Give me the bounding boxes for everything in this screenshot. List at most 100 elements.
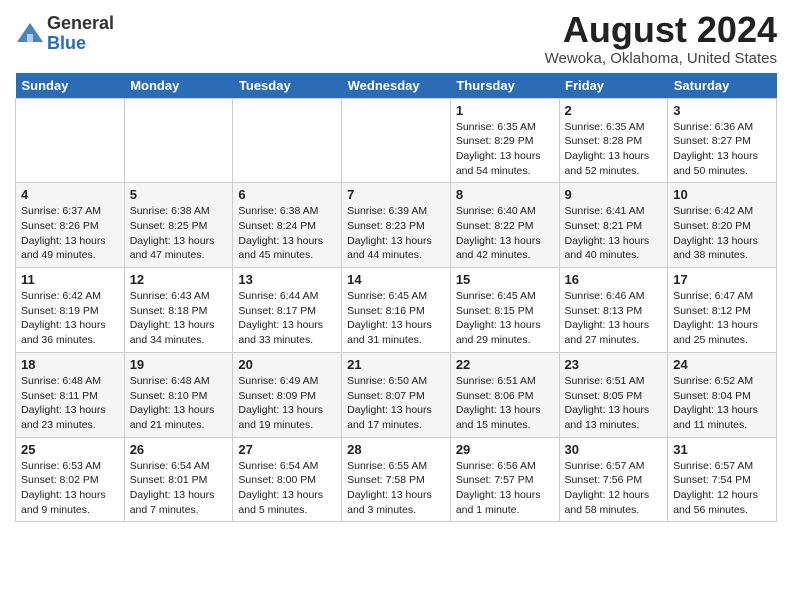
day-info: Sunrise: 6:45 AM Sunset: 8:15 PM Dayligh… <box>456 289 554 348</box>
page-header: General Blue August 2024 Wewoka, Oklahom… <box>15 10 777 67</box>
calendar-cell: 30 Sunrise: 6:57 AM Sunset: 7:56 PM Dayli… <box>559 437 668 522</box>
day-info: Sunrise: 6:51 AM Sunset: 8:05 PM Dayligh… <box>565 374 663 433</box>
calendar-cell: 27 Sunrise: 6:54 AM Sunset: 8:00 PM Dayli… <box>233 437 342 522</box>
day-number: 3 <box>673 103 771 118</box>
month-title: August 2024 <box>545 10 777 50</box>
day-info: Sunrise: 6:55 AM Sunset: 7:58 PM Dayligh… <box>347 459 445 518</box>
calendar-cell: 6 Sunrise: 6:38 AM Sunset: 8:24 PM Daylig… <box>233 183 342 268</box>
day-number: 4 <box>21 187 119 202</box>
calendar-cell: 10Sunrise: 6:42 AM Sunset: 8:20 PM Dayli… <box>668 183 777 268</box>
day-info: Sunrise: 6:42 AM Sunset: 8:19 PM Dayligh… <box>21 289 119 348</box>
logo-icon <box>15 20 45 48</box>
day-info: Sunrise: 6:53 AM Sunset: 8:02 PM Dayligh… <box>21 459 119 518</box>
day-info: Sunrise: 6:50 AM Sunset: 8:07 PM Dayligh… <box>347 374 445 433</box>
day-number: 12 <box>130 272 228 287</box>
calendar-cell: 2 Sunrise: 6:35 AM Sunset: 8:28 PM Daylig… <box>559 98 668 183</box>
day-number: 11 <box>21 272 119 287</box>
title-area: August 2024 Wewoka, Oklahoma, United Sta… <box>545 10 777 67</box>
calendar-table: SundayMondayTuesdayWednesdayThursdayFrid… <box>15 73 777 523</box>
calendar-cell: 31Sunrise: 6:57 AM Sunset: 7:54 PM Dayli… <box>668 437 777 522</box>
calendar-cell <box>124 98 233 183</box>
calendar-cell: 7 Sunrise: 6:39 AM Sunset: 8:23 PM Daylig… <box>342 183 451 268</box>
day-number: 21 <box>347 357 445 372</box>
calendar-week-1: 1Sunrise: 6:35 AM Sunset: 8:29 PM Daylig… <box>16 98 777 183</box>
calendar-cell: 18Sunrise: 6:48 AM Sunset: 8:11 PM Dayli… <box>16 352 125 437</box>
calendar-week-5: 25 Sunrise: 6:53 AM Sunset: 8:02 PM Dayli… <box>16 437 777 522</box>
day-info: Sunrise: 6:48 AM Sunset: 8:11 PM Dayligh… <box>21 374 119 433</box>
day-number: 1 <box>456 103 554 118</box>
calendar-cell <box>342 98 451 183</box>
day-info: Sunrise: 6:39 AM Sunset: 8:23 PM Dayligh… <box>347 204 445 263</box>
weekday-header-wednesday: Wednesday <box>342 73 451 99</box>
day-number: 22 <box>456 357 554 372</box>
calendar-cell: 29 Sunrise: 6:56 AM Sunset: 7:57 PM Dayli… <box>450 437 559 522</box>
calendar-cell: 24Sunrise: 6:52 AM Sunset: 8:04 PM Dayli… <box>668 352 777 437</box>
day-info: Sunrise: 6:57 AM Sunset: 7:56 PM Dayligh… <box>565 459 663 518</box>
calendar-cell: 19 Sunrise: 6:48 AM Sunset: 8:10 PM Dayli… <box>124 352 233 437</box>
day-info: Sunrise: 6:37 AM Sunset: 8:26 PM Dayligh… <box>21 204 119 263</box>
calendar-cell: 13 Sunrise: 6:44 AM Sunset: 8:17 PM Dayli… <box>233 268 342 353</box>
day-number: 27 <box>238 442 336 457</box>
day-info: Sunrise: 6:54 AM Sunset: 8:01 PM Dayligh… <box>130 459 228 518</box>
weekday-header-monday: Monday <box>124 73 233 99</box>
day-number: 30 <box>565 442 663 457</box>
logo: General Blue <box>15 14 114 54</box>
day-info: Sunrise: 6:45 AM Sunset: 8:16 PM Dayligh… <box>347 289 445 348</box>
calendar-cell: 14 Sunrise: 6:45 AM Sunset: 8:16 PM Dayli… <box>342 268 451 353</box>
calendar-cell: 26Sunrise: 6:54 AM Sunset: 8:01 PM Dayli… <box>124 437 233 522</box>
calendar-cell: 28 Sunrise: 6:55 AM Sunset: 7:58 PM Dayli… <box>342 437 451 522</box>
day-number: 9 <box>565 187 663 202</box>
day-number: 14 <box>347 272 445 287</box>
calendar-cell: 17Sunrise: 6:47 AM Sunset: 8:12 PM Dayli… <box>668 268 777 353</box>
day-number: 29 <box>456 442 554 457</box>
day-number: 16 <box>565 272 663 287</box>
day-number: 20 <box>238 357 336 372</box>
day-number: 28 <box>347 442 445 457</box>
day-info: Sunrise: 6:54 AM Sunset: 8:00 PM Dayligh… <box>238 459 336 518</box>
day-info: Sunrise: 6:40 AM Sunset: 8:22 PM Dayligh… <box>456 204 554 263</box>
calendar-cell: 21 Sunrise: 6:50 AM Sunset: 8:07 PM Dayli… <box>342 352 451 437</box>
calendar-cell: 25 Sunrise: 6:53 AM Sunset: 8:02 PM Dayli… <box>16 437 125 522</box>
day-info: Sunrise: 6:36 AM Sunset: 8:27 PM Dayligh… <box>673 120 771 179</box>
day-number: 8 <box>456 187 554 202</box>
day-info: Sunrise: 6:38 AM Sunset: 8:25 PM Dayligh… <box>130 204 228 263</box>
day-number: 2 <box>565 103 663 118</box>
day-info: Sunrise: 6:49 AM Sunset: 8:09 PM Dayligh… <box>238 374 336 433</box>
logo-text: General Blue <box>47 14 114 54</box>
day-info: Sunrise: 6:41 AM Sunset: 8:21 PM Dayligh… <box>565 204 663 263</box>
day-number: 24 <box>673 357 771 372</box>
day-info: Sunrise: 6:44 AM Sunset: 8:17 PM Dayligh… <box>238 289 336 348</box>
day-info: Sunrise: 6:48 AM Sunset: 8:10 PM Dayligh… <box>130 374 228 433</box>
calendar-cell <box>16 98 125 183</box>
day-info: Sunrise: 6:46 AM Sunset: 8:13 PM Dayligh… <box>565 289 663 348</box>
day-number: 25 <box>21 442 119 457</box>
calendar-cell: 3 Sunrise: 6:36 AM Sunset: 8:27 PM Daylig… <box>668 98 777 183</box>
calendar-cell: 22 Sunrise: 6:51 AM Sunset: 8:06 PM Dayli… <box>450 352 559 437</box>
weekday-header-friday: Friday <box>559 73 668 99</box>
weekday-header-thursday: Thursday <box>450 73 559 99</box>
day-info: Sunrise: 6:51 AM Sunset: 8:06 PM Dayligh… <box>456 374 554 433</box>
day-number: 15 <box>456 272 554 287</box>
calendar-cell: 8 Sunrise: 6:40 AM Sunset: 8:22 PM Daylig… <box>450 183 559 268</box>
day-number: 6 <box>238 187 336 202</box>
calendar-cell: 20 Sunrise: 6:49 AM Sunset: 8:09 PM Dayli… <box>233 352 342 437</box>
calendar-cell: 16 Sunrise: 6:46 AM Sunset: 8:13 PM Dayli… <box>559 268 668 353</box>
day-number: 13 <box>238 272 336 287</box>
day-number: 10 <box>673 187 771 202</box>
day-number: 23 <box>565 357 663 372</box>
day-number: 19 <box>130 357 228 372</box>
weekday-header-row: SundayMondayTuesdayWednesdayThursdayFrid… <box>16 73 777 99</box>
location-title: Wewoka, Oklahoma, United States <box>545 50 777 67</box>
day-number: 31 <box>673 442 771 457</box>
calendar-week-3: 11 Sunrise: 6:42 AM Sunset: 8:19 PM Dayli… <box>16 268 777 353</box>
calendar-cell: 9 Sunrise: 6:41 AM Sunset: 8:21 PM Daylig… <box>559 183 668 268</box>
calendar-week-2: 4 Sunrise: 6:37 AM Sunset: 8:26 PM Daylig… <box>16 183 777 268</box>
day-info: Sunrise: 6:38 AM Sunset: 8:24 PM Dayligh… <box>238 204 336 263</box>
calendar-cell: 11 Sunrise: 6:42 AM Sunset: 8:19 PM Dayli… <box>16 268 125 353</box>
weekday-header-tuesday: Tuesday <box>233 73 342 99</box>
day-info: Sunrise: 6:56 AM Sunset: 7:57 PM Dayligh… <box>456 459 554 518</box>
weekday-header-saturday: Saturday <box>668 73 777 99</box>
calendar-cell: 12Sunrise: 6:43 AM Sunset: 8:18 PM Dayli… <box>124 268 233 353</box>
day-number: 7 <box>347 187 445 202</box>
day-info: Sunrise: 6:35 AM Sunset: 8:28 PM Dayligh… <box>565 120 663 179</box>
